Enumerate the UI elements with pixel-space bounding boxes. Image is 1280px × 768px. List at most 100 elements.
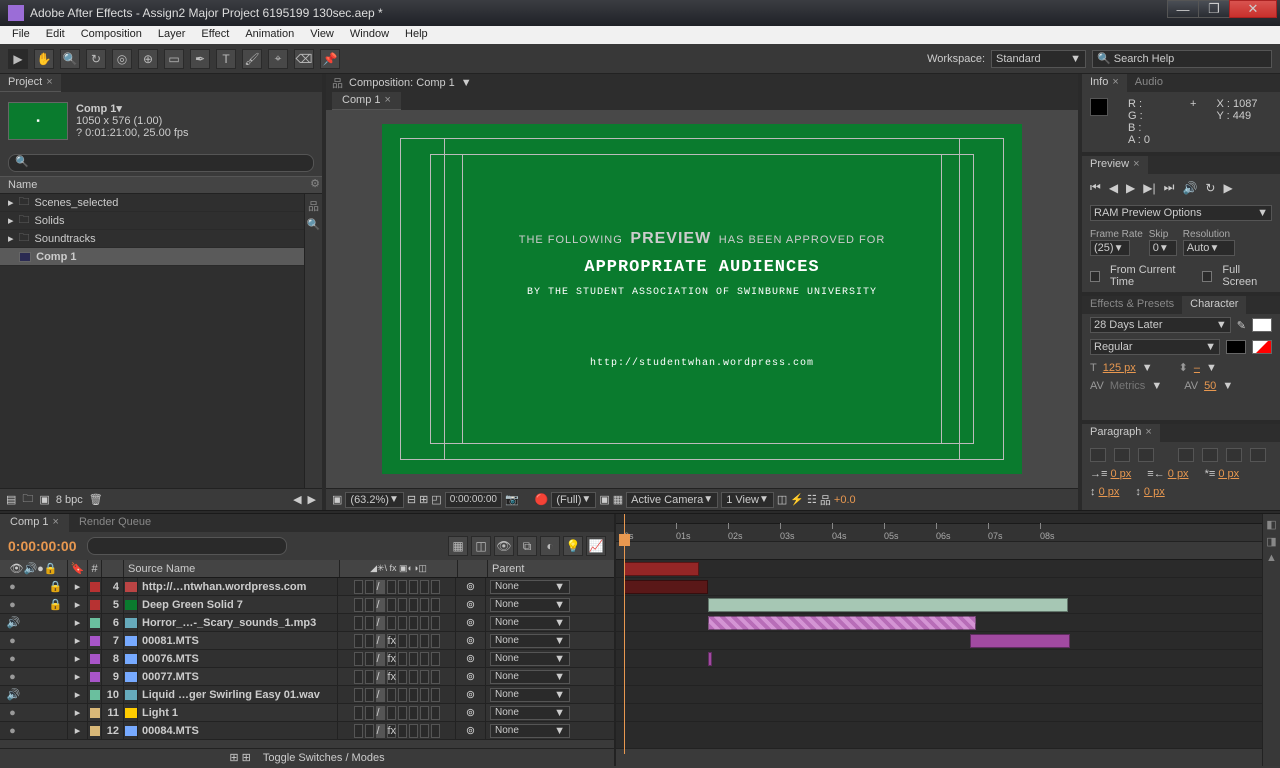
align-right-icon[interactable] — [1138, 448, 1154, 462]
roi-icon[interactable]: ▣ — [599, 493, 609, 506]
timeline-icon[interactable]: ☷ — [807, 493, 817, 506]
fast-preview-icon[interactable]: ⚡ — [790, 493, 804, 506]
effects-tab[interactable]: Effects & Presets — [1082, 296, 1182, 314]
kerning-input[interactable]: Metrics — [1110, 380, 1145, 392]
frame-blend-icon[interactable]: ⧉ — [517, 536, 537, 556]
close-button[interactable]: ✕ — [1229, 0, 1277, 18]
scrollbar-up-icon[interactable]: ▲ — [1266, 552, 1277, 564]
preview-tab[interactable]: Preview× — [1082, 156, 1148, 174]
selection-tool-icon[interactable]: ▶ — [8, 49, 28, 69]
menu-layer[interactable]: Layer — [150, 26, 194, 44]
project-list[interactable]: ▸ 🗀 Scenes_selected ▸ 🗀 Solids ▸ 🗀 Sound… — [0, 194, 304, 488]
toggle-switches[interactable]: Toggle Switches / Modes — [263, 752, 385, 764]
anchor-tool-icon[interactable]: ⊕ — [138, 49, 158, 69]
folder-item[interactable]: ▸ 🗀 Scenes_selected — [0, 194, 304, 212]
justify-left-icon[interactable] — [1178, 448, 1194, 462]
timeline-tracks[interactable]: 0s01s02s03s04s05s06s07s08s — [616, 514, 1262, 766]
views-dropdown[interactable]: 1 View ▼ — [721, 492, 774, 508]
timeline-search-input[interactable] — [87, 537, 287, 555]
rect-tool-icon[interactable]: ▭ — [164, 49, 184, 69]
minimize-button[interactable]: — — [1167, 0, 1199, 18]
find-icon[interactable]: 🔍 — [307, 218, 321, 231]
framerate-dropdown[interactable]: (25) ▼ — [1090, 240, 1130, 256]
playhead[interactable] — [624, 514, 625, 754]
clone-tool-icon[interactable]: ⌖ — [268, 49, 288, 69]
interpret-icon[interactable]: ⚙ — [310, 178, 320, 190]
layer-row[interactable]: 🔊 ▸ 6 Horror_…-_Scary_sounds_1.mp3 / ⊚ N… — [0, 614, 614, 632]
paragraph-tab[interactable]: Paragraph× — [1082, 424, 1160, 442]
next-icon[interactable]: ▶ — [308, 493, 316, 506]
new-folder-icon[interactable]: 🗀 — [22, 490, 33, 509]
flowchart-icon[interactable]: 品 — [308, 198, 319, 214]
timeline-comp-tab[interactable]: Comp 1× — [0, 514, 69, 532]
folder-item[interactable]: ▸ 🗀 Solids — [0, 212, 304, 230]
motion-blur-icon[interactable]: ◐ — [540, 536, 560, 556]
draft3d-icon[interactable]: ◫ — [471, 536, 491, 556]
mask-icon[interactable]: ◰ — [431, 493, 441, 506]
leading-input[interactable]: – — [1194, 362, 1200, 374]
skip-dropdown[interactable]: 0 ▼ — [1149, 240, 1177, 256]
menu-composition[interactable]: Composition — [73, 26, 150, 44]
menu-window[interactable]: Window — [342, 26, 397, 44]
puppet-tool-icon[interactable]: 📌 — [320, 49, 340, 69]
menu-edit[interactable]: Edit — [38, 26, 73, 44]
current-time[interactable]: 0:00:00:00 — [445, 492, 502, 508]
layer-row[interactable]: ● ▸ 8 00076.MTS /fx ⊚ None▼ — [0, 650, 614, 668]
project-tab[interactable]: Project× — [0, 74, 61, 92]
bring-in-icon[interactable]: ◧ — [1266, 518, 1276, 531]
parent-header[interactable]: Parent — [488, 563, 614, 575]
transparency-icon[interactable]: ▦ — [613, 493, 623, 506]
comp-viewer-tab[interactable]: Comp 1× — [332, 92, 401, 110]
grid-icon[interactable]: ⊞ — [419, 493, 428, 506]
channel-icon[interactable]: 🔴 — [535, 493, 549, 506]
fill-color[interactable] — [1252, 318, 1272, 332]
eyedropper-icon[interactable]: ✎ — [1237, 319, 1246, 332]
style-dropdown[interactable]: Regular▼ — [1090, 339, 1220, 355]
proj-menu-icon[interactable]: ▤ — [6, 493, 16, 506]
space-after[interactable]: 0 px — [1144, 486, 1165, 498]
last-frame-icon[interactable]: ⏭ — [1164, 180, 1175, 195]
search-help-input[interactable]: 🔍 Search Help — [1092, 50, 1272, 68]
font-dropdown[interactable]: 28 Days Later▼ — [1090, 317, 1231, 333]
close-icon[interactable]: × — [46, 76, 52, 88]
folder-item[interactable]: ▸ 🗀 Soundtracks — [0, 230, 304, 248]
preview-res-dropdown[interactable]: Auto ▼ — [1183, 240, 1235, 256]
layer-row[interactable]: ● ▸ 7 00081.MTS /fx ⊚ None▼ — [0, 632, 614, 650]
eraser-tool-icon[interactable]: ⌫ — [294, 49, 314, 69]
layer-row[interactable]: ● ▸ 12 00084.MTS /fx ⊚ None▼ — [0, 722, 614, 740]
ram-options-dropdown[interactable]: RAM Preview Options▼ — [1090, 205, 1272, 221]
comp-thumbnail[interactable]: ■ — [8, 102, 68, 140]
ram-preview-icon[interactable]: ▶ — [1223, 181, 1232, 195]
flowchart-icon[interactable]: 品 — [332, 75, 343, 91]
align-left-icon[interactable] — [1090, 448, 1106, 462]
info-tab[interactable]: Info× — [1082, 74, 1127, 92]
parent-dropdown[interactable]: None▼ — [490, 706, 570, 720]
menu-help[interactable]: Help — [397, 26, 436, 44]
menu-effect[interactable]: Effect — [193, 26, 237, 44]
mute-icon[interactable]: 🔊 — [1182, 181, 1197, 195]
stroke-color[interactable] — [1226, 340, 1246, 354]
new-comp-icon[interactable]: ▣ — [39, 493, 49, 506]
segment-icon[interactable]: ⊟ — [407, 493, 416, 506]
comp-header[interactable]: Composition: Comp 1 — [349, 77, 455, 89]
render-queue-tab[interactable]: Render Queue — [69, 514, 161, 532]
from-current-checkbox[interactable] — [1090, 271, 1100, 282]
loop-icon[interactable]: ↻ — [1205, 181, 1215, 195]
layer-row[interactable]: ● ▸ 11 Light 1 / ⊚ None▼ — [0, 704, 614, 722]
exposure[interactable]: +0.0 — [834, 494, 856, 506]
shy-icon[interactable]: 👁 — [494, 536, 514, 556]
parent-dropdown[interactable]: None▼ — [490, 724, 570, 738]
justify-right-icon[interactable] — [1226, 448, 1242, 462]
timeline-timecode[interactable]: 0:00:00:00 — [8, 538, 77, 554]
source-name-header[interactable]: Source Name — [124, 560, 340, 577]
parent-dropdown[interactable]: None▼ — [490, 688, 570, 702]
play-icon[interactable]: ▶ — [1126, 181, 1135, 195]
parent-dropdown[interactable]: None▼ — [490, 670, 570, 684]
first-frame-icon[interactable]: ⏮ — [1090, 180, 1101, 195]
align-center-icon[interactable] — [1114, 448, 1130, 462]
indent-first[interactable]: 0 px — [1218, 468, 1239, 480]
pixel-aspect-icon[interactable]: ◫ — [777, 493, 787, 506]
fullscreen-checkbox[interactable] — [1202, 271, 1212, 282]
justify-all-icon[interactable] — [1250, 448, 1266, 462]
expand-icon[interactable]: ⊞ ⊞ — [229, 751, 251, 764]
